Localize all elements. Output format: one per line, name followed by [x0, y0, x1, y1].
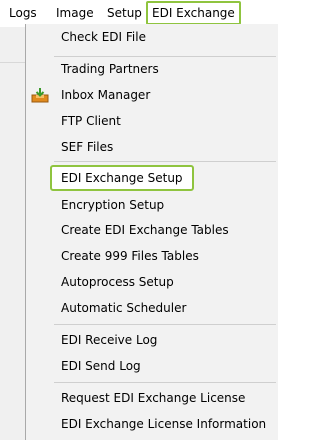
menu-item-label: Encryption Setup: [61, 198, 165, 212]
menu-item-ftp-client[interactable]: FTP Client: [26, 108, 278, 134]
menu-item-label: FTP Client: [61, 114, 121, 128]
menu-item-edi-exchange-setup[interactable]: EDI Exchange Setup: [26, 164, 278, 191]
menu-item-automatic-scheduler[interactable]: Automatic Scheduler: [26, 295, 278, 321]
inbox-tray-icon: [31, 88, 49, 103]
menu-separator: [54, 382, 276, 383]
menu-edi-exchange[interactable]: EDI Exchange: [146, 1, 241, 25]
menu-item-create-999-files-tables[interactable]: Create 999 Files Tables: [26, 243, 278, 269]
menu-item-edi-send-log[interactable]: EDI Send Log: [26, 353, 278, 379]
menu-item-label: Automatic Scheduler: [61, 301, 187, 315]
menu-separator: [54, 324, 276, 325]
menu-item-label: Inbox Manager: [61, 88, 151, 102]
menu-item-label: Create EDI Exchange Tables: [61, 223, 229, 237]
menu-item-label: EDI Exchange Setup: [50, 165, 194, 191]
menu-item-label: EDI Send Log: [61, 359, 141, 373]
menu-setup[interactable]: Setup: [104, 3, 145, 23]
menu-item-encryption-setup[interactable]: Encryption Setup: [26, 192, 278, 218]
menu-item-label: Autoprocess Setup: [61, 275, 174, 289]
menu-item-label: SEF Files: [61, 140, 114, 154]
menu-item-label: Create 999 Files Tables: [61, 249, 199, 263]
menu-item-edi-exchange-license-information[interactable]: EDI Exchange License Information: [26, 411, 278, 437]
menu-item-label: Check EDI File: [61, 30, 146, 44]
menu-item-request-edi-exchange-license[interactable]: Request EDI Exchange License: [26, 385, 278, 411]
menu-bar: Logs Image Setup EDI Exchange: [0, 0, 278, 27]
menu-logs[interactable]: Logs: [6, 3, 40, 23]
edi-exchange-dropdown-menu: Check EDI File Trading Partners Inbox Ma…: [25, 24, 278, 440]
background-window-strip: [0, 27, 25, 440]
menu-item-inbox-manager[interactable]: Inbox Manager: [26, 82, 278, 108]
menu-item-trading-partners[interactable]: Trading Partners: [26, 56, 278, 82]
menu-item-check-edi-file[interactable]: Check EDI File: [26, 24, 278, 50]
menu-item-sef-files[interactable]: SEF Files: [26, 134, 278, 160]
menu-item-label: Trading Partners: [61, 62, 159, 76]
menu-item-label: EDI Exchange License Information: [61, 417, 267, 431]
menu-item-label: EDI Receive Log: [61, 333, 158, 347]
menu-separator: [54, 161, 276, 162]
menu-item-autoprocess-setup[interactable]: Autoprocess Setup: [26, 269, 278, 295]
menu-item-label: Request EDI Exchange License: [61, 391, 246, 405]
menu-image[interactable]: Image: [53, 3, 97, 23]
menu-item-edi-receive-log[interactable]: EDI Receive Log: [26, 327, 278, 353]
menu-item-create-edi-exchange-tables[interactable]: Create EDI Exchange Tables: [26, 217, 278, 243]
toolbar-divider: [0, 62, 25, 63]
